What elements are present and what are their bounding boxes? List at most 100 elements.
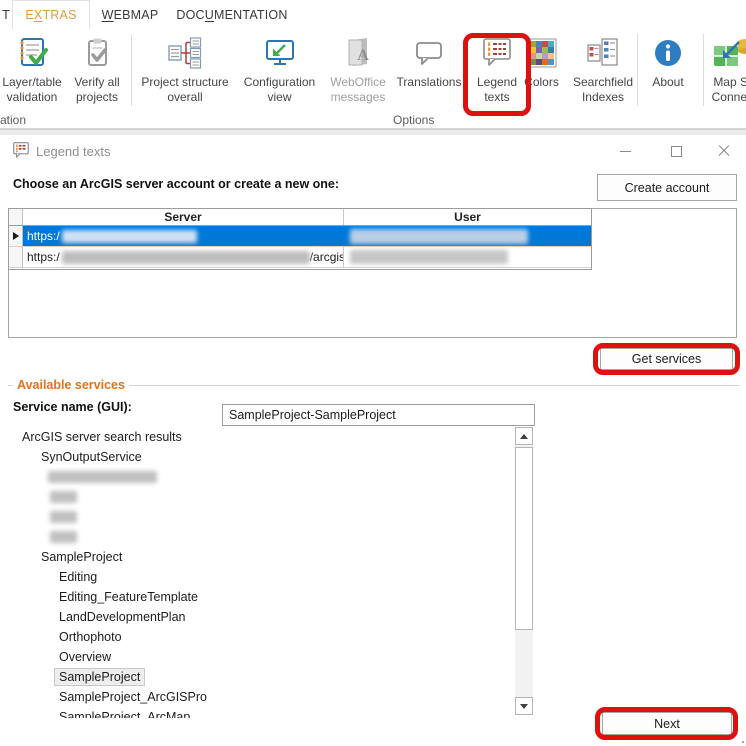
dialog-legend-texts-icon <box>11 141 31 165</box>
ribbon-separator <box>131 34 132 106</box>
button-label: About <box>652 75 684 89</box>
column-header-user[interactable]: User <box>344 209 591 225</box>
ribbon-group-label-options: Options <box>393 113 435 127</box>
server-url-prefix: https:/ <box>27 250 60 264</box>
translations-icon <box>412 31 446 75</box>
tab-extras[interactable]: EXTRAS <box>12 0 90 29</box>
tree-item-selected[interactable]: SampleProject <box>8 667 515 687</box>
map-server-connection-button[interactable]: Map SeConnect <box>705 31 746 117</box>
tree-item[interactable]: Overview <box>8 647 515 667</box>
colors-button[interactable]: Colors <box>517 31 566 117</box>
server-url-prefix: https:/ <box>27 229 60 243</box>
weboffice-messages-button[interactable]: A WebOffice messages <box>323 31 393 117</box>
tree-item[interactable]: Editing <box>8 567 515 587</box>
scroll-down-icon <box>520 703 528 709</box>
tree-item[interactable]: Editing_FeatureTemplate <box>8 587 515 607</box>
close-icon <box>717 144 731 158</box>
legend-texts-icon <box>480 31 514 75</box>
weboffice-messages-icon: A <box>341 31 375 75</box>
scroll-up-button[interactable] <box>515 427 533 445</box>
next-button[interactable]: Next <box>602 712 732 735</box>
groupbox-title: Available services <box>13 378 129 392</box>
layer-table-validation-icon <box>15 31 49 75</box>
create-account-button[interactable]: Create account <box>597 174 737 201</box>
tab-webmap-label: WEBMAP <box>101 7 159 22</box>
tab-documentation[interactable]: DOCUMENTATION <box>170 0 294 29</box>
scroll-up-icon <box>520 433 528 439</box>
tab-fragment-label: T <box>2 7 10 22</box>
tree-item[interactable]: SampleProject <box>8 547 515 567</box>
button-label: Translations <box>396 75 462 89</box>
accounts-grid: Server User https:/ https:/ /arcgis <box>8 208 592 270</box>
tab-webmap[interactable]: WEBMAP <box>90 0 170 29</box>
button-label: Colors <box>524 75 559 89</box>
service-name-label: Service name (GUI): <box>13 400 132 414</box>
app-window: T EXTRAS WEBMAP DOCUMENTATION Layer/tabl… <box>0 0 746 746</box>
redacted-item-text <box>50 531 77 543</box>
scrollbar-thumb[interactable] <box>515 447 533 630</box>
tree-scrollbar[interactable] <box>515 427 533 715</box>
configuration-view-icon <box>263 31 297 75</box>
tree-item[interactable]: SampleProject_ArcMap <box>8 707 515 718</box>
redacted-server-text <box>61 250 310 264</box>
minimize-icon <box>619 150 631 152</box>
button-label: Layer/table validation <box>2 75 62 104</box>
button-label: Searchfield Indexes <box>572 75 634 104</box>
redacted-server-text <box>61 229 197 243</box>
tree-item[interactable]: SampleProject_ArcGISPro <box>8 687 515 707</box>
service-name-input[interactable] <box>222 404 535 426</box>
redacted-user-text <box>350 228 528 244</box>
svg-text:A: A <box>357 47 369 64</box>
button-label: Map SeConnect <box>711 75 746 104</box>
dialog-title: Legend texts <box>36 144 111 159</box>
tab-fragment[interactable]: T <box>0 0 12 29</box>
tree-item-selected-label: SampleProject <box>54 668 146 686</box>
redacted-user-text <box>350 250 508 264</box>
tree-item-redacted[interactable] <box>8 487 515 507</box>
maximize-button[interactable] <box>661 140 691 162</box>
redacted-item-text <box>48 471 157 483</box>
layer-table-validation-button[interactable]: Layer/table validation <box>1 31 63 117</box>
ribbon: T EXTRAS WEBMAP DOCUMENTATION Layer/tabl… <box>0 0 746 129</box>
redacted-item-text <box>50 491 77 503</box>
tree-item[interactable]: SynOutputService <box>8 447 515 467</box>
verify-all-projects-button[interactable]: Verify all projects <box>65 31 129 117</box>
about-icon <box>653 31 683 75</box>
account-row[interactable]: https:/ /arcgis <box>9 247 591 268</box>
searchfield-indexes-button[interactable]: Searchfield Indexes <box>569 31 637 117</box>
resize-grip-icon[interactable] <box>735 736 745 746</box>
configuration-view-button[interactable]: Configuration view <box>237 31 322 117</box>
redacted-item-text <box>50 511 77 523</box>
translations-button[interactable]: Translations <box>394 31 464 117</box>
colors-icon <box>527 31 557 75</box>
tree-item-redacted[interactable] <box>8 527 515 547</box>
services-tree: ArcGIS server search results SynOutputSe… <box>8 427 515 718</box>
row-selector-cell <box>9 247 23 267</box>
get-services-button[interactable]: Get services <box>600 348 733 370</box>
ribbon-separator <box>637 34 638 106</box>
scroll-down-button[interactable] <box>515 697 533 715</box>
map-server-connection-icon <box>712 31 746 75</box>
button-label: WebOffice messages <box>330 75 386 104</box>
account-row-selected[interactable]: https:/ <box>9 226 591 247</box>
project-structure-overall-button[interactable]: Project structure overall <box>135 31 235 117</box>
button-label: Legend texts <box>476 75 518 104</box>
about-button[interactable]: About <box>644 31 692 117</box>
grid-corner-cell <box>9 209 23 225</box>
tree-item[interactable]: Orthophoto <box>8 627 515 647</box>
ribbon-separator <box>703 34 704 106</box>
verify-all-projects-icon <box>80 31 114 75</box>
minimize-button[interactable] <box>610 140 640 162</box>
ribbon-group-label-fragment: ation <box>0 113 27 127</box>
tab-extras-label: EXTRAS <box>25 8 77 22</box>
project-structure-icon <box>167 31 203 75</box>
tree-item-redacted[interactable] <box>8 507 515 527</box>
tree-item-redacted[interactable] <box>8 467 515 487</box>
searchfield-indexes-icon <box>586 31 620 75</box>
column-header-server[interactable]: Server <box>23 209 344 225</box>
tree-item-root[interactable]: ArcGIS server search results <box>8 427 515 447</box>
close-button[interactable] <box>709 140 739 162</box>
row-selector-arrow-icon <box>12 232 19 240</box>
button-label: Project structure overall <box>141 75 229 104</box>
tree-item[interactable]: LandDevelopmentPlan <box>8 607 515 627</box>
